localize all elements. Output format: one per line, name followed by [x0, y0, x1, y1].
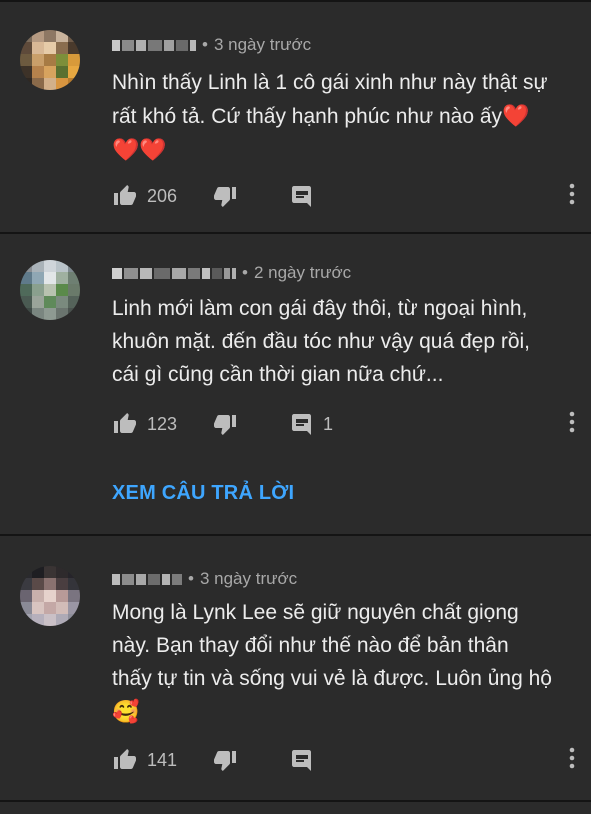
- avatar[interactable]: [20, 30, 80, 90]
- author-name-blurred[interactable]: [112, 38, 196, 52]
- more-options-button[interactable]: [562, 181, 582, 211]
- reply-count: 1: [323, 413, 334, 434]
- view-replies-link[interactable]: XEM CÂU TRẢ LỜI: [112, 482, 294, 505]
- separator-dot: •: [188, 569, 194, 588]
- comment-meta: • 3 ngày trước: [112, 34, 311, 56]
- thumb-down-icon: [212, 748, 238, 772]
- thumb-down-icon: [212, 412, 238, 436]
- comment-text: Linh mới làm con gái đây thôi, từ ngoại …: [112, 297, 531, 386]
- comment-2: • 2 ngày trước Linh mới làm con gái đây …: [0, 232, 591, 536]
- comment-1: • 3 ngày trước Nhìn thấy Linh là 1 cô gá…: [0, 0, 591, 234]
- smiling-face-hearts-emoji: 🥰: [112, 699, 140, 724]
- comment-actions: 141: [112, 745, 575, 775]
- reply-button[interactable]: [290, 181, 323, 211]
- author-name-blurred[interactable]: [112, 266, 236, 280]
- comment-body: Mong là Lynk Lee sẽ giữ nguyên chất giọn…: [112, 601, 552, 690]
- thumb-up-icon: [112, 412, 138, 436]
- timestamp[interactable]: 3 ngày trước: [214, 35, 311, 55]
- divider: [0, 800, 591, 802]
- avatar[interactable]: [20, 260, 80, 320]
- like-button[interactable]: 206: [112, 181, 177, 211]
- more-options-button[interactable]: [562, 745, 582, 775]
- comment-text: Nhìn thấy Linh là 1 cô gái xinh như này …: [112, 66, 582, 167]
- dislike-button[interactable]: [212, 745, 238, 775]
- more-options-button[interactable]: [562, 409, 582, 439]
- heart-emoji: ❤️: [502, 103, 530, 128]
- reply-button[interactable]: 1: [290, 409, 333, 439]
- comment-icon: [290, 412, 314, 436]
- like-count: 141: [147, 749, 178, 770]
- like-button[interactable]: 123: [112, 409, 177, 439]
- separator-dot: •: [202, 35, 208, 54]
- more-vert-icon: [569, 747, 575, 774]
- author-name-blurred[interactable]: [112, 572, 182, 586]
- comment-meta: • 3 ngày trước: [112, 568, 297, 590]
- separator-dot: •: [242, 263, 248, 282]
- timestamp[interactable]: 2 ngày trước: [254, 263, 351, 283]
- heart-emoji-row: ❤️❤️: [112, 137, 167, 162]
- comment-meta: • 2 ngày trước: [112, 262, 351, 284]
- comment-actions: 206: [112, 181, 575, 211]
- thumb-up-icon: [112, 184, 138, 208]
- comment-actions: 123 1: [112, 409, 575, 439]
- dislike-button[interactable]: [212, 181, 238, 211]
- reply-button[interactable]: [290, 745, 323, 775]
- timestamp[interactable]: 3 ngày trước: [200, 569, 297, 589]
- more-vert-icon: [569, 411, 575, 438]
- avatar[interactable]: [20, 566, 80, 626]
- thumb-up-icon: [112, 748, 138, 772]
- more-vert-icon: [569, 183, 575, 210]
- thumb-down-icon: [212, 184, 238, 208]
- comment-icon: [290, 748, 314, 772]
- comment-body: Nhìn thấy Linh là 1 cô gái xinh như này …: [112, 71, 548, 128]
- comment-text: Mong là Lynk Lee sẽ giữ nguyên chất giọn…: [112, 596, 582, 729]
- like-count: 123: [147, 413, 178, 434]
- comment-icon: [290, 184, 314, 208]
- dislike-button[interactable]: [212, 409, 238, 439]
- like-button[interactable]: 141: [112, 745, 177, 775]
- comment-3: • 3 ngày trước Mong là Lynk Lee sẽ giữ n…: [0, 534, 591, 802]
- like-count: 206: [147, 185, 178, 206]
